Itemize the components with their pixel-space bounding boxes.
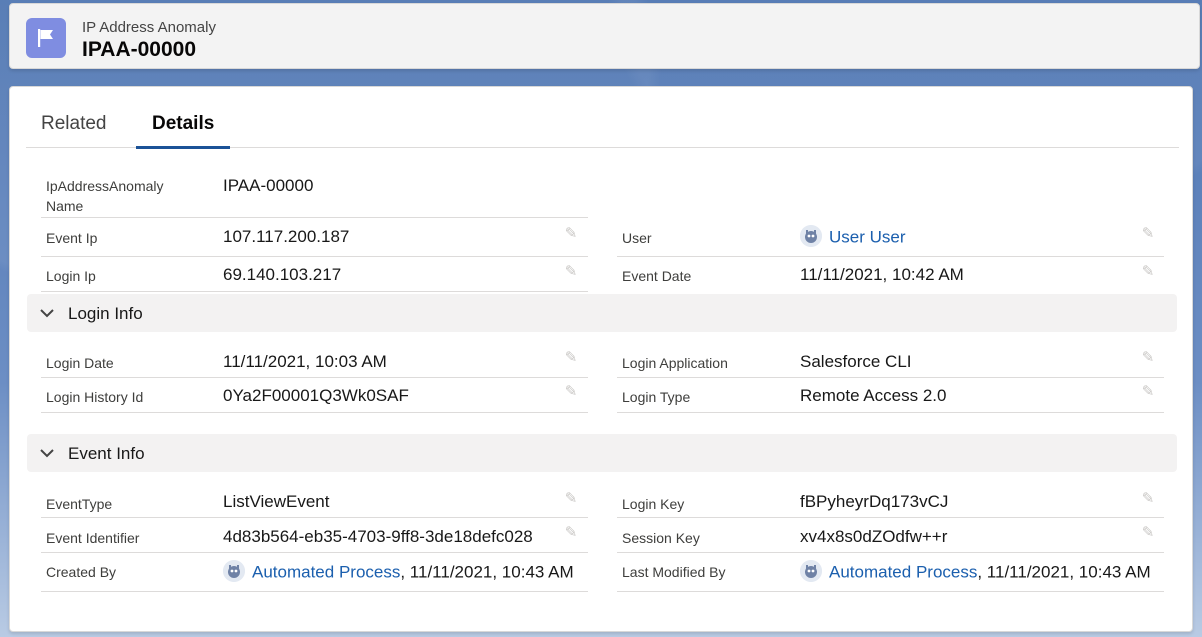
login-history-id-label: Login History Id (46, 389, 144, 405)
created-by-date: , 11/11/2021, 10:43 AM (400, 562, 574, 582)
edit-pencil-icon[interactable]: ✎ (563, 350, 579, 366)
login-application-label: Login Application (622, 355, 728, 371)
record-title: IPAA-00000 (82, 38, 197, 61)
event-ip-value: 107.117.200.187 (223, 227, 350, 246)
edit-pencil-icon[interactable]: ✎ (1140, 384, 1156, 400)
login-type-label: Login Type (622, 389, 691, 405)
chevron-down-icon (40, 449, 54, 458)
session-key-value: xv4x8s0dZOdfw++r (800, 527, 948, 546)
section-title: Login Info (68, 304, 143, 323)
section-login-info[interactable]: Login Info (27, 294, 1177, 332)
flag-icon (26, 18, 66, 58)
last-modified-by-date: , 11/11/2021, 10:43 AM (977, 562, 1151, 582)
divider (617, 256, 1164, 257)
chevron-down-icon (40, 309, 54, 318)
edit-pencil-icon[interactable]: ✎ (1140, 525, 1156, 541)
details-card: Related Details IpAddressAnomaly Name IP… (9, 86, 1193, 632)
event-type-value: ListViewEvent (223, 492, 330, 511)
last-modified-by-label: Last Modified By (622, 564, 726, 580)
session-key-label: Session Key (622, 530, 700, 546)
user-avatar-icon (800, 560, 822, 582)
divider (617, 377, 1164, 378)
section-title: Event Info (68, 444, 145, 463)
event-type-label: EventType (46, 496, 113, 512)
tab-bar: Related Details (26, 101, 1179, 149)
event-identifier-label: Event Identifier (46, 530, 140, 546)
divider (41, 591, 588, 592)
divider (41, 291, 588, 292)
edit-pencil-icon[interactable]: ✎ (1140, 226, 1156, 242)
last-modified-by-user-link[interactable]: Automated Process (829, 562, 977, 581)
name-label: IpAddressAnomaly Name (46, 178, 164, 214)
login-ip-label: Login Ip (46, 268, 96, 284)
login-date-label: Login Date (46, 355, 114, 371)
object-type-label: IP Address Anomaly (82, 19, 216, 36)
edit-pencil-icon[interactable]: ✎ (563, 491, 579, 507)
login-date-value: 11/11/2021, 10:03 AM (223, 352, 387, 371)
divider (41, 412, 588, 413)
user-value: User User (800, 225, 906, 249)
edit-pencil-icon[interactable]: ✎ (563, 525, 579, 541)
login-history-id-value: 0Ya2F00001Q3Wk0SAF (223, 386, 409, 405)
created-by-user-link[interactable]: Automated Process (252, 562, 400, 581)
divider (617, 552, 1164, 553)
login-type-value: Remote Access 2.0 (800, 386, 947, 405)
name-value: IPAA-00000 (223, 176, 314, 195)
edit-pencil-icon[interactable]: ✎ (563, 384, 579, 400)
user-link[interactable]: User User (829, 227, 906, 246)
divider (617, 412, 1164, 413)
event-identifier-value: 4d83b564-eb35-4703-9ff8-3de18defc028 (223, 527, 533, 546)
created-by-label: Created By (46, 564, 117, 580)
user-avatar-icon (223, 560, 245, 582)
event-ip-label: Event Ip (46, 230, 98, 246)
divider (617, 591, 1164, 592)
login-ip-value: 69.140.103.217 (223, 265, 342, 284)
tab-details[interactable]: Details (135, 113, 231, 149)
section-event-info[interactable]: Event Info (27, 434, 1177, 472)
created-by-value: Automated Process, 11/11/2021, 10:43 AM (223, 560, 574, 584)
divider (617, 517, 1164, 518)
last-modified-by-value: Automated Process, 11/11/2021, 10:43 AM (800, 560, 1151, 584)
login-application-value: Salesforce CLI (800, 352, 912, 371)
edit-pencil-icon[interactable]: ✎ (563, 264, 579, 280)
divider (41, 377, 588, 378)
divider (41, 552, 588, 553)
event-date-value: 11/11/2021, 10:42 AM (800, 265, 964, 284)
edit-pencil-icon[interactable]: ✎ (1140, 350, 1156, 366)
divider (41, 256, 588, 257)
record-header: IP Address Anomaly IPAA-00000 (9, 3, 1200, 69)
tab-related[interactable]: Related (41, 113, 107, 147)
login-key-value: fBPyheyrDq173vCJ (800, 492, 949, 511)
edit-pencil-icon[interactable]: ✎ (1140, 264, 1156, 280)
event-date-label: Event Date (622, 268, 692, 284)
edit-pencil-icon[interactable]: ✎ (1140, 491, 1156, 507)
edit-pencil-icon[interactable]: ✎ (563, 226, 579, 242)
login-key-label: Login Key (622, 496, 685, 512)
divider (41, 217, 588, 218)
user-label: User (622, 230, 652, 246)
user-avatar-icon (800, 225, 822, 247)
divider (41, 517, 588, 518)
